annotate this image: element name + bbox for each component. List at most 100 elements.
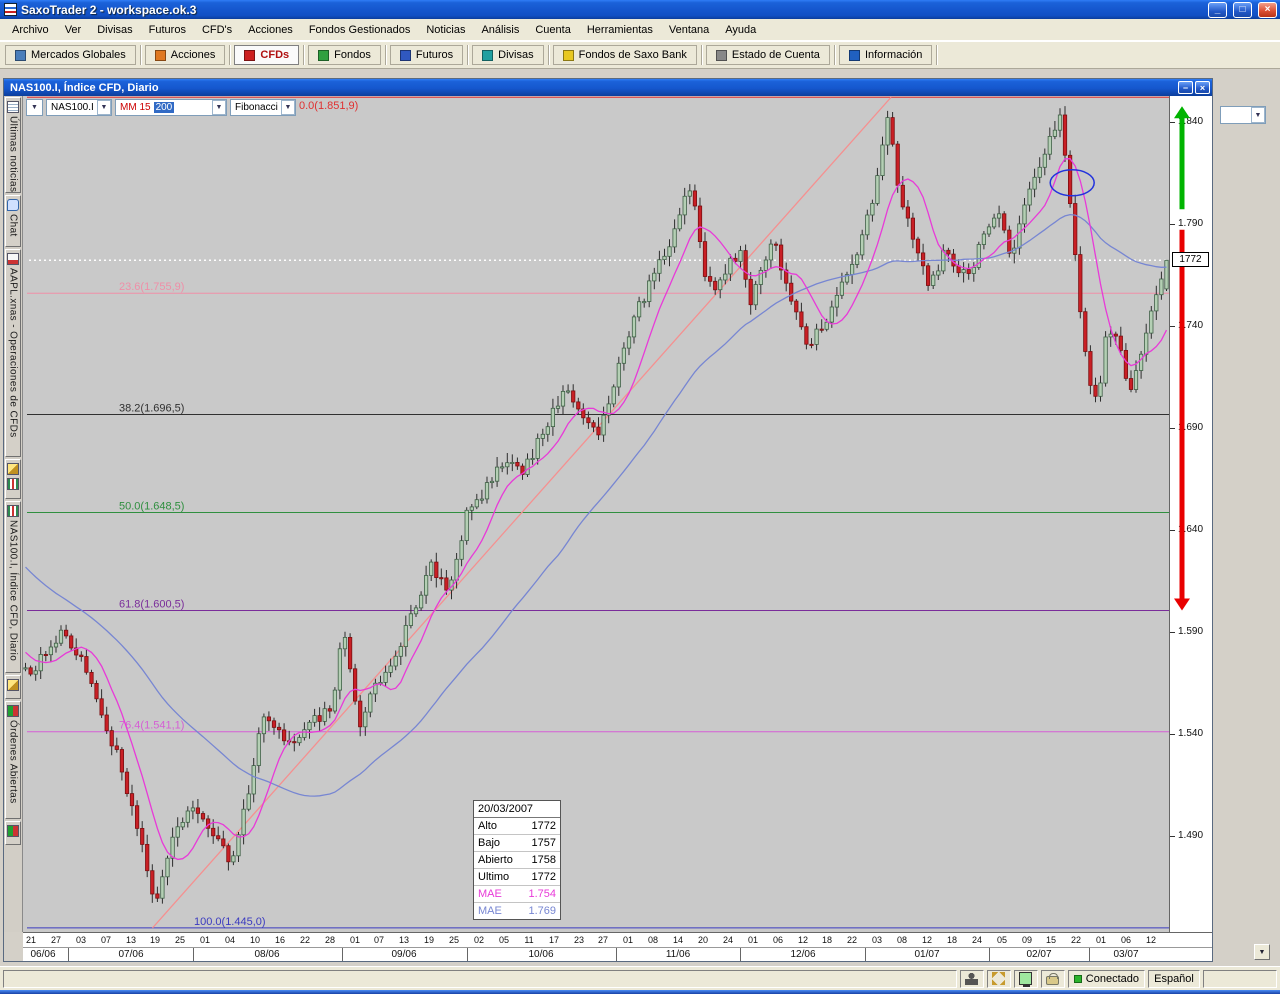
menu-cuenta[interactable]: Cuenta — [527, 21, 578, 39]
dock-icon-group[interactable] — [5, 675, 21, 699]
dock-tab-label: Chat — [8, 214, 19, 237]
tooltip-row-label: MAE — [478, 905, 502, 917]
toolbar-tab-fondos[interactable]: Fondos — [308, 45, 381, 65]
instrument-selector-button[interactable]: ▼ — [26, 99, 43, 116]
indicator-combo[interactable]: MM 15 200 ▼ — [115, 99, 227, 116]
menu-divisas[interactable]: Divisas — [89, 21, 140, 39]
menu-fondos-gestionados[interactable]: Fondos Gestionados — [301, 21, 419, 39]
chevron-down-icon[interactable]: ▼ — [212, 100, 226, 115]
toolbar-tab-futuros[interactable]: Futuros — [390, 45, 463, 65]
maximize-button[interactable]: □ — [1233, 2, 1252, 18]
connection-status-label: Conectado — [1086, 973, 1139, 985]
scrollbar-down-button[interactable]: ▼ — [1254, 944, 1270, 960]
menu-an-lisis[interactable]: Análisis — [473, 21, 527, 39]
connection-status-cell[interactable]: Conectado — [1068, 970, 1145, 988]
toolbar-tab-estado-de-cuenta[interactable]: Estado de Cuenta — [706, 45, 830, 65]
app-toolbar: Mercados Globales Acciones CFDs Fondos Futur… — [0, 41, 1280, 69]
month-boundary-tick — [616, 948, 617, 961]
x-axis-month-label: 07/06 — [111, 949, 151, 960]
connection-icon — [1019, 972, 1032, 985]
close-button[interactable]: × — [1258, 2, 1277, 18]
chart-close-button[interactable]: × — [1195, 81, 1210, 94]
x-axis-day-label: 01 — [196, 935, 214, 945]
hourglass-icon — [992, 972, 1005, 985]
x-axis-day-label: 13 — [122, 935, 140, 945]
tooltip-row-value: 1758 — [532, 854, 556, 866]
toolbar-separator — [229, 45, 231, 65]
minimize-button[interactable]: _ — [1208, 2, 1227, 18]
drawing-tool-combo-value: Fibonacci — [235, 102, 278, 113]
month-boundary-tick — [68, 948, 69, 961]
x-axis-day-label: 12 — [1142, 935, 1160, 945]
x-axis-day-label: 23 — [570, 935, 588, 945]
chart-plot-area[interactable]: 0.0(1.851,9)23.6(1.755,9)38.2(1.696,5)50… — [23, 96, 1169, 932]
toolbar-tab-cfds[interactable]: CFDs — [234, 45, 299, 65]
menu-futuros[interactable]: Futuros — [141, 21, 194, 39]
toolbar-tab-fondos-de-saxo-bank[interactable]: Fondos de Saxo Bank — [553, 45, 697, 65]
dock-tab-nas100-i-ndice-cfd-diario[interactable]: NAS100.I, Índice CFD, Diario — [5, 501, 21, 673]
x-axis-day-label: 12 — [918, 935, 936, 945]
funds-icon — [318, 50, 329, 61]
toolbar-tab-label: CFDs — [260, 49, 289, 61]
x-axis-day-label: 05 — [993, 935, 1011, 945]
indicator-combo-selection: 200 — [154, 102, 175, 113]
drawing-tool-combo[interactable]: Fibonacci ▼ — [230, 99, 296, 116]
menu-noticias[interactable]: Noticias — [418, 21, 473, 39]
dock-tab-rdenes-abiertas[interactable]: Órdenes Abiertas — [5, 701, 21, 819]
toolbar-tab-informaci-n[interactable]: Información — [839, 45, 932, 65]
plot-svg[interactable]: 0.0(1.851,9)23.6(1.755,9)38.2(1.696,5)50… — [23, 96, 1169, 932]
chart-tooltip: 20/03/2007 Alto1772Bajo1757Abierto1758Ul… — [473, 800, 561, 920]
month-boundary-tick — [1089, 948, 1090, 961]
x-axis-day-label: 08 — [644, 935, 662, 945]
window-titlebar[interactable]: SaxoTrader 2 - workspace.ok.3 _ □ × — [0, 0, 1280, 19]
x-axis-day-label: 22 — [1067, 935, 1085, 945]
toolbar-tab-mercados-globales[interactable]: Mercados Globales — [5, 45, 136, 65]
x-axis-day-label: 18 — [943, 935, 961, 945]
menu-archivo[interactable]: Archivo — [4, 21, 57, 39]
toolbar-tab-divisas[interactable]: Divisas — [472, 45, 543, 65]
workspace: NAS100.I, Índice CFD, Diario − × Últimas… — [0, 69, 1280, 966]
dock-tab-aapl-xnas-operaciones-de-cfds[interactable]: AAPL.xnas - Operaciones de CFDs — [5, 249, 21, 457]
dock-tab-chat[interactable]: Chat — [5, 195, 21, 247]
x-axis-day-label: 03 — [72, 935, 90, 945]
month-boundary-tick — [989, 948, 990, 961]
x-axis-day-label: 01 — [619, 935, 637, 945]
chevron-down-icon[interactable]: ▼ — [97, 100, 111, 115]
toolbar-tab-label: Fondos de Saxo Bank — [579, 49, 687, 61]
status-icon-cell — [987, 970, 1011, 988]
chart-window-titlebar[interactable]: NAS100.I, Índice CFD, Diario − × — [4, 79, 1212, 96]
menu-ayuda[interactable]: Ayuda — [717, 21, 764, 39]
x-axis-day-label: 19 — [420, 935, 438, 945]
trend-arrows — [1170, 96, 1196, 932]
instrument-combo[interactable]: NAS100.I ▼ — [46, 99, 112, 116]
menu-ventana[interactable]: Ventana — [661, 21, 717, 39]
menu-ver[interactable]: Ver — [57, 21, 90, 39]
dock-icon-group[interactable] — [5, 821, 21, 845]
chevron-down-icon[interactable]: ▼ — [1251, 107, 1265, 123]
x-axis-day-label: 10 — [246, 935, 264, 945]
menu-herramientas[interactable]: Herramientas — [579, 21, 661, 39]
x-axis-day-label: 14 — [669, 935, 687, 945]
toolbar-tab-acciones[interactable]: Acciones — [145, 45, 226, 65]
menu-cfd-s[interactable]: CFD's — [194, 21, 240, 39]
x-axis-day-label: 08 — [893, 935, 911, 945]
chart-toolbar: ▼ NAS100.I ▼ MM 15 200 ▼ Fibonacci ▼ — [26, 99, 296, 116]
x-axis-day-label: 20 — [694, 935, 712, 945]
x-axis-day-label: 01 — [1092, 935, 1110, 945]
right-panel-combo[interactable]: ▼ — [1220, 106, 1266, 124]
language-cell[interactable]: Español — [1148, 970, 1200, 988]
chart-pin-button[interactable]: − — [1178, 81, 1193, 94]
dock-icon-group[interactable] — [5, 459, 21, 499]
dock-tab-ltimas-noticias[interactable]: Últimas noticias — [5, 97, 21, 193]
tooltip-row-label: Abierto — [478, 854, 513, 866]
chevron-down-icon[interactable]: ▼ — [281, 100, 295, 115]
tooltip-row: Bajo1757 — [474, 834, 560, 851]
status-icons — [960, 970, 1065, 988]
x-axis-day-label: 04 — [221, 935, 239, 945]
x-axis-day-label: 06 — [1117, 935, 1135, 945]
month-boundary-tick — [342, 948, 343, 961]
toolbar-tab-label: Mercados Globales — [31, 49, 126, 61]
tooltip-row: Abierto 1758 — [474, 851, 560, 868]
menu-acciones[interactable]: Acciones — [240, 21, 301, 39]
application-window: SaxoTrader 2 - workspace.ok.3 _ □ × Arch… — [0, 0, 1280, 994]
